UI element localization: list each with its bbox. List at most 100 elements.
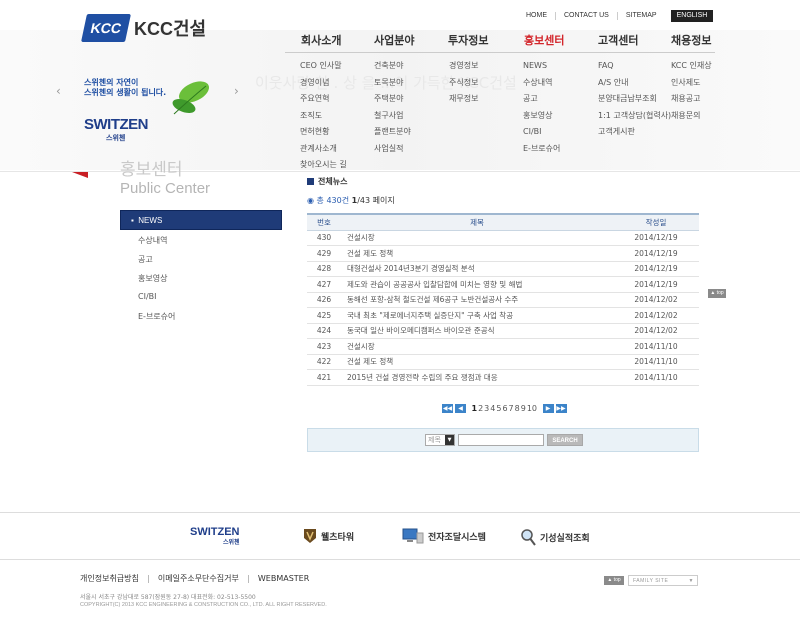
table-row[interactable]: 424 동국대 일산 바이오메디캠퍼스 바이오관 준공식 2014/12/02 [307, 323, 699, 339]
submenu-item[interactable]: 조직도 [300, 108, 347, 125]
next-page-button[interactable]: ▶ [542, 404, 554, 413]
submenu-item[interactable]: 주택분야 [374, 91, 411, 108]
submenu-item[interactable]: 1:1 고객상담(협력사) [598, 108, 671, 125]
table-row[interactable]: 428 대형건설사 2014년3분기 경영실적 분석 2014/12/19 [307, 261, 699, 277]
row-title[interactable]: 2015년 건설 경영전략 수립의 주요 쟁점과 대응 [341, 369, 613, 386]
table-row[interactable]: 429 건설 제도 정책 2014/12/19 [307, 245, 699, 262]
email-refusal-link[interactable]: 이메일주소무단수집거부 [147, 575, 248, 583]
company-logo[interactable]: KCC KCC건설 [81, 14, 206, 42]
search-type-select[interactable]: 제목 ▼ [425, 434, 455, 446]
submenu-item[interactable]: 재무정보 [449, 91, 478, 108]
submenu-item[interactable]: 플랜트분야 [374, 124, 411, 141]
submenu-item[interactable]: 건축분야 [374, 58, 411, 75]
switzen-banner-sub: 스위첸 [222, 540, 240, 546]
hero-prev-icon[interactable]: ‹ [56, 84, 61, 98]
submenu-item[interactable]: 분양대금납부조회 [598, 91, 671, 108]
e-procurement-banner[interactable]: 전자조달시스템 [402, 528, 486, 544]
row-date: 2014/11/10 [613, 369, 699, 386]
lnb-item-awards[interactable]: 수상내역 [138, 235, 167, 246]
submenu-item[interactable]: E-브로슈어 [523, 141, 560, 158]
submenu-item[interactable]: FAQ [598, 58, 671, 75]
lnb-item-cibi[interactable]: CI/BI [138, 292, 157, 301]
privacy-policy-link[interactable]: 개인정보취급방침 [80, 575, 148, 583]
lnb-item-news[interactable]: ▪ NEWS [120, 210, 282, 230]
table-row[interactable]: 430 건설시장 2014/12/19 [307, 230, 699, 246]
submenu-recruit: KCC 인재상 인사제도 채용공고 채용문의 [671, 58, 712, 124]
row-title[interactable]: 동해선 포항-삼척 철도건설 제6공구 노반건설공사 수주 [341, 292, 613, 308]
row-title[interactable]: 건설시장 [341, 338, 613, 355]
last-page-button[interactable]: ▶▶ [555, 404, 567, 413]
switzen-promo[interactable]: 스위첸의 자연이 스위첸의 생활이 됩니다. SWITZEN 스위첸 [84, 78, 166, 143]
webmaster-link[interactable]: WEBMASTER [247, 575, 318, 583]
submenu-item[interactable]: 고객게시판 [598, 124, 671, 141]
performance-lookup-banner[interactable]: 기성실적조회 [520, 528, 590, 546]
page-number-link[interactable]: 10 [526, 404, 537, 413]
sitemap-link[interactable]: SITEMAP [616, 12, 665, 20]
submenu-item[interactable]: 철구사업 [374, 108, 411, 125]
table-row[interactable]: 425 국내 최초 "제로에너지주택 실증단지" 구축 사업 착공 2014/12/… [307, 307, 699, 324]
submenu-item[interactable]: NEWS [523, 58, 560, 75]
submenu-item[interactable]: 경영정보 [449, 58, 478, 75]
row-title[interactable]: 건설 제도 정책 [341, 245, 613, 262]
footer-top-button[interactable]: ▲ top [604, 576, 624, 585]
row-date: 2014/12/19 [613, 261, 699, 277]
english-button[interactable]: ENGLISH [670, 10, 714, 22]
table-row[interactable]: 426 동해선 포항-삼척 철도건설 제6공구 노반건설공사 수주 2014/12/… [307, 292, 699, 308]
row-title[interactable]: 동국대 일산 바이오메디캠퍼스 바이오관 준공식 [341, 323, 613, 339]
submenu-item[interactable]: CEO 인사말 [300, 58, 347, 75]
submenu-item[interactable]: 채용공고 [671, 91, 712, 108]
submenu-item[interactable]: 공고 [523, 91, 560, 108]
nav-investor[interactable]: 투자정보 [448, 32, 488, 48]
row-number: 427 [307, 276, 341, 293]
table-header: 번호 제목 작성일 [307, 213, 699, 231]
table-row[interactable]: 423 건설시장 2014/11/10 [307, 338, 699, 355]
row-title[interactable]: 건설 제도 정책 [341, 354, 613, 370]
row-title[interactable]: 국내 최초 "제로에너지주택 실증단지" 구축 사업 착공 [341, 307, 613, 324]
submenu-item[interactable]: 토목분야 [374, 75, 411, 92]
submenu-item[interactable]: 면허현황 [300, 124, 347, 141]
nav-business[interactable]: 사업분야 [374, 32, 414, 48]
switzen-banner-label: SWITZEN [190, 526, 240, 538]
row-title[interactable]: 제도와 관습이 공공공사 입찰담합에 미치는 영향 및 해법 [341, 276, 613, 293]
lnb-item-notice[interactable]: 공고 [138, 254, 153, 265]
submenu-item[interactable]: KCC 인재상 [671, 58, 712, 75]
lnb-item-video[interactable]: 홍보영상 [138, 273, 167, 284]
copyright: COPYRIGHT(C) 2013 KCC ENGINEERING & CONS… [80, 602, 327, 608]
nav-customer[interactable]: 고객센터 [598, 32, 638, 48]
table-row[interactable]: 427 제도와 관습이 공공공사 입찰담합에 미치는 영향 및 해법 2014/12… [307, 276, 699, 293]
nav-company[interactable]: 회사소개 [301, 32, 341, 48]
search-input[interactable] [458, 434, 544, 446]
performance-lookup-label: 기성실적조회 [540, 533, 590, 544]
row-title[interactable]: 대형건설사 2014년3분기 경영실적 분석 [341, 261, 613, 277]
submenu-item[interactable]: 수상내역 [523, 75, 560, 92]
lnb-item-ebrochure[interactable]: E-브로슈어 [138, 311, 175, 322]
submenu-item[interactable]: A/S 안내 [598, 75, 671, 92]
page-number-link[interactable]: 1 [471, 404, 478, 413]
submenu-item[interactable]: 관계사소개 [300, 141, 347, 158]
submenu-item[interactable]: 주요연혁 [300, 91, 347, 108]
submenu-item[interactable]: 사업실적 [374, 141, 411, 158]
submenu-item[interactable]: 인사제도 [671, 75, 712, 92]
nav-pr-center[interactable]: 홍보센터 [524, 32, 564, 48]
submenu-item[interactable]: 채용문의 [671, 108, 712, 125]
prev-page-button[interactable]: ◀ [455, 404, 466, 413]
submenu-item[interactable]: 주식정보 [449, 75, 478, 92]
nav-recruit[interactable]: 채용정보 [671, 32, 711, 48]
welltz-tower-banner[interactable]: 웰츠타워 [303, 528, 354, 544]
submenu-item[interactable]: CI/BI [523, 124, 560, 141]
first-page-button[interactable]: ◀◀ [442, 404, 453, 413]
row-title[interactable]: 건설시장 [341, 230, 613, 246]
home-link[interactable]: HOME [518, 12, 555, 20]
contact-us-link[interactable]: CONTACT US [555, 12, 617, 20]
submenu-item[interactable]: 찾아오시는 길 [300, 157, 347, 174]
row-date: 2014/12/19 [613, 276, 699, 293]
switzen-banner[interactable]: SWITZEN 스위첸 [190, 527, 240, 549]
hero-next-icon[interactable]: › [234, 84, 239, 98]
table-row[interactable]: 421 2015년 건설 경영전략 수립의 주요 쟁점과 대응 2014/11/10 [307, 369, 699, 386]
submenu-item[interactable]: 홍보영상 [523, 108, 560, 125]
submenu-item[interactable]: 경영이념 [300, 75, 347, 92]
scroll-top-button[interactable]: ▲ top [708, 289, 726, 298]
family-site-select[interactable]: FAMILY SITE ▼ [628, 575, 698, 586]
table-row[interactable]: 422 건설 제도 정책 2014/11/10 [307, 354, 699, 370]
search-button[interactable]: SEARCH [547, 434, 583, 446]
